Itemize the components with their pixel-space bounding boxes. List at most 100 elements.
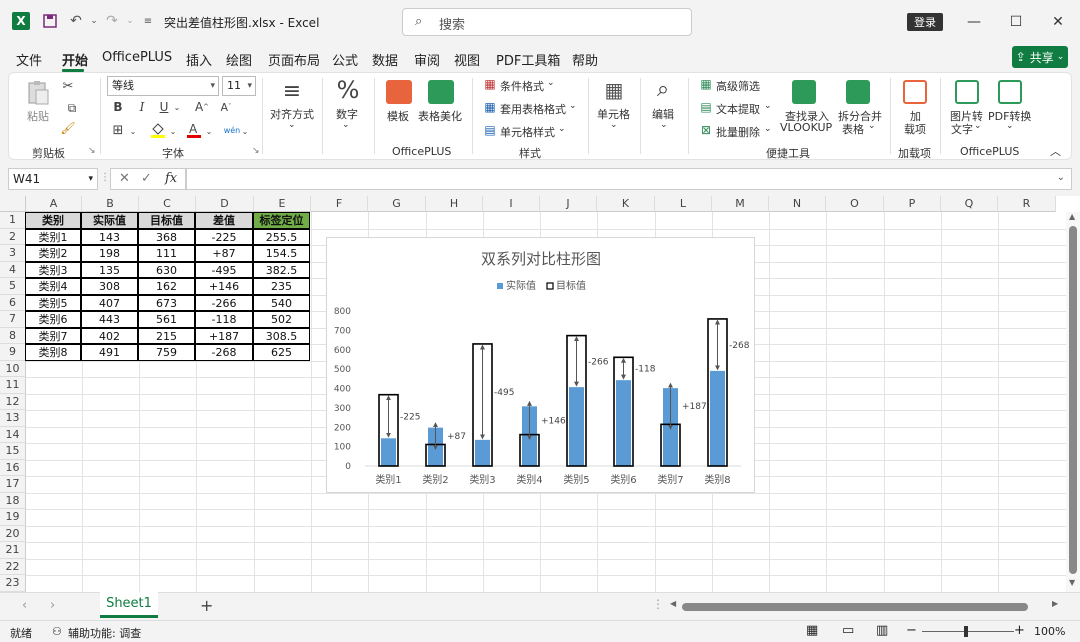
copy-icon[interactable]: ⧉ — [60, 100, 84, 116]
image-to-text-icon[interactable] — [955, 80, 979, 104]
row-header-5[interactable]: 5 — [0, 278, 26, 295]
table-cell[interactable]: 502 — [253, 311, 310, 328]
collapse-ribbon-icon[interactable]: ︿ — [1050, 143, 1061, 159]
underline-button[interactable]: U — [156, 99, 172, 115]
column-header-q[interactable]: Q — [941, 196, 998, 212]
table-beautify-icon[interactable] — [428, 80, 454, 104]
name-box[interactable]: W41 ▾ — [8, 168, 98, 190]
table-format-icon[interactable]: ▦ — [482, 100, 498, 114]
table-cell[interactable]: +146 — [195, 278, 253, 295]
column-header-e[interactable]: E — [254, 196, 311, 212]
save-icon[interactable] — [40, 11, 60, 31]
split-merge-label-2[interactable]: 表格 — [842, 121, 864, 137]
row-header-15[interactable]: 15 — [0, 443, 26, 460]
table-cell[interactable]: -495 — [195, 261, 253, 278]
font-launcher-icon[interactable]: ↘ — [252, 146, 260, 156]
cancel-icon[interactable]: ✕ — [119, 171, 130, 186]
table-cell[interactable]: 162 — [138, 278, 195, 295]
table-header-cell[interactable]: 实际值 — [81, 212, 138, 229]
column-header-l[interactable]: L — [655, 196, 712, 212]
bold-button[interactable]: B — [110, 99, 126, 115]
chevron-down-icon[interactable]: ⌄ — [764, 124, 772, 134]
lookup-label-2[interactable]: VLOOKUP — [780, 121, 832, 134]
page-layout-view-icon[interactable]: ▭ — [842, 623, 854, 638]
column-header-j[interactable]: J — [540, 196, 597, 212]
edit-dropdown-icon[interactable]: ⌄ — [660, 120, 668, 130]
prev-sheet-icon[interactable]: ‹ — [22, 598, 27, 613]
row-header-4[interactable]: 4 — [0, 261, 26, 278]
select-all-corner[interactable] — [0, 196, 26, 212]
table-cell[interactable]: 407 — [81, 294, 138, 311]
table-cell[interactable]: 630 — [138, 261, 195, 278]
conditional-format-label[interactable]: 条件格式 — [500, 78, 544, 94]
column-header-o[interactable]: O — [826, 196, 884, 212]
chart-area[interactable]: 双系列对比柱形图 实际值 目标值 0 100 200 300 400 500 600 700 800 -… — [326, 237, 755, 493]
tab-insert[interactable]: 插入 — [186, 50, 212, 69]
table-cell[interactable]: 308.5 — [253, 327, 310, 344]
column-header-r[interactable]: R — [998, 196, 1056, 212]
phonetic-icon[interactable]: wén — [222, 120, 242, 140]
percent-icon[interactable]: % — [334, 76, 362, 104]
tab-formulas[interactable]: 公式 — [332, 50, 358, 69]
row-header-19[interactable]: 19 — [0, 509, 26, 526]
tab-view[interactable]: 视图 — [454, 50, 480, 69]
table-cell[interactable]: -268 — [195, 344, 253, 361]
align-icon[interactable]: ≡ — [278, 78, 306, 104]
zoom-in-icon[interactable]: + — [1014, 623, 1025, 638]
chevron-down-icon[interactable]: ⌄ — [764, 101, 772, 111]
table-cell[interactable]: 类别6 — [25, 311, 81, 328]
add-sheet-button[interactable]: + — [200, 596, 213, 615]
row-header-12[interactable]: 12 — [0, 393, 26, 410]
template-label[interactable]: 模板 — [387, 108, 409, 124]
tab-home[interactable]: 开始 — [62, 50, 88, 69]
scroll-left-icon[interactable]: ◀ — [670, 599, 676, 608]
column-header-b[interactable]: B — [82, 196, 139, 212]
scroll-up-icon[interactable]: ▲ — [1069, 212, 1075, 221]
table-cell[interactable]: 759 — [138, 344, 195, 361]
minimize-icon[interactable]: — — [962, 10, 986, 34]
row-header-11[interactable]: 11 — [0, 377, 26, 394]
column-header-a[interactable]: A — [26, 196, 82, 212]
column-header-k[interactable]: K — [597, 196, 655, 212]
pdf-convert-icon[interactable] — [998, 80, 1022, 104]
tab-page-layout[interactable]: 页面布局 — [268, 50, 320, 69]
split-merge-icon[interactable] — [846, 80, 870, 104]
vertical-scroll-thumb[interactable] — [1069, 226, 1077, 574]
row-header-18[interactable]: 18 — [0, 492, 26, 509]
zoom-level[interactable]: 100% — [1034, 625, 1065, 638]
row-header-23[interactable]: 23 — [0, 575, 26, 592]
row-header-20[interactable]: 20 — [0, 525, 26, 542]
column-header-n[interactable]: N — [769, 196, 826, 212]
row-header-6[interactable]: 6 — [0, 294, 26, 311]
zoom-out-icon[interactable]: − — [906, 623, 917, 638]
accessibility-icon[interactable]: ⚇ — [52, 625, 62, 638]
align-dropdown-icon[interactable]: ⌄ — [288, 120, 296, 130]
insert-function-icon[interactable]: fx — [165, 171, 177, 186]
cut-icon[interactable]: ✂ — [60, 78, 76, 94]
table-cell[interactable]: 类别1 — [25, 228, 81, 245]
accessibility-status[interactable]: 辅助功能: 调查 — [68, 625, 141, 641]
table-cell[interactable]: 443 — [81, 311, 138, 328]
table-cell[interactable]: 561 — [138, 311, 195, 328]
page-break-view-icon[interactable]: ▥ — [876, 623, 888, 638]
row-header-9[interactable]: 9 — [0, 344, 26, 361]
table-cell[interactable]: 540 — [253, 294, 310, 311]
row-header-2[interactable]: 2 — [0, 228, 26, 245]
row-header-8[interactable]: 8 — [0, 327, 26, 344]
border-dropdown-icon[interactable]: ⌄ — [128, 124, 138, 138]
undo-dropdown-icon[interactable]: ⌄ — [84, 11, 104, 31]
vertical-scrollbar[interactable]: ▲ ▼ — [1066, 212, 1080, 592]
row-header-22[interactable]: 22 — [0, 558, 26, 575]
column-header-m[interactable]: M — [712, 196, 769, 212]
table-cell[interactable]: 198 — [81, 245, 138, 262]
redo-dropdown-icon[interactable]: ⌄ — [120, 11, 140, 31]
cell-style-label[interactable]: 单元格样式 — [500, 124, 555, 140]
column-header-p[interactable]: P — [884, 196, 941, 212]
fill-color-icon[interactable] — [148, 120, 168, 140]
font-color-icon[interactable]: A — [184, 120, 204, 140]
chevron-down-icon[interactable]: ⌄ — [974, 121, 982, 131]
paste-icon[interactable] — [24, 80, 52, 106]
sheet-bar-more-icon[interactable]: ⋮ — [652, 597, 664, 611]
customize-toolbar-icon[interactable]: ≡ — [138, 11, 158, 31]
table-cell[interactable]: 491 — [81, 344, 138, 361]
